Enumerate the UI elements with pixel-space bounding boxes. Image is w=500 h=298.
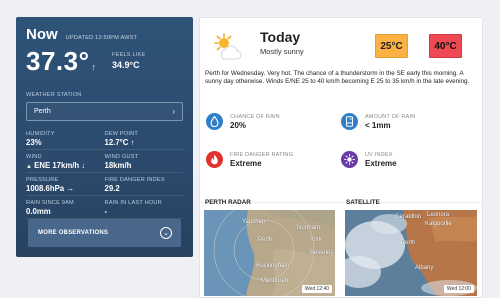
stat-chance-of-rain: CHANCE OF RAIN 20% [206,113,280,130]
obs-label: RAIN SINCE 9AM [26,200,74,206]
stat-label: UV INDEX [365,151,393,158]
stat-label: AMOUNT OF RAIN [365,113,416,120]
map-place-label: Rockingham [256,263,290,269]
obs-value: 23% [26,138,42,147]
temperature-row: 37.3° ↑ FEELS LIKE 34.9°C [26,46,183,76]
obs-humidity: HUMIDITY 23% [26,130,105,150]
obs-label: DEW POINT [104,131,138,137]
radar-timestamp: Wed 12:40 [301,285,332,293]
forecast-description: Perth for Wednesday. Very hot. The chanc… [205,70,470,86]
feels-like-value: 34.9°C [112,60,140,70]
forecast-summary: Mostly sunny [260,47,304,56]
feels-like-label: FEELS LIKE [112,52,146,58]
satellite-map-label: SATELLITE [346,199,380,206]
obs-rain-since-9am: RAIN SINCE 9AM 0.0mm [26,199,105,219]
forecast-card: Today Mostly sunny 25°C 40°C Perth for W… [199,17,483,298]
stat-value: Extreme [230,158,262,168]
map-place-label: Albany [415,265,434,271]
now-title: Now [26,26,58,43]
weather-station-label: WEATHER STATION [26,92,82,98]
map-place-label: Mandurah [261,278,289,284]
current-temperature: 37.3° [26,46,90,76]
min-temperature-badge: 25°C [375,34,408,58]
obs-value: ▲ ENE 17km/h ↓ [26,161,105,170]
map-place-label: Northam [297,225,321,231]
chevron-down-icon: ⌄ [160,227,172,239]
obs-wind-gust: WIND GUST 18km/h [104,153,183,173]
max-temperature-badge: 40°C [429,34,462,58]
stat-fire-danger-rating: FIRE DANGER RATING Extreme [206,151,293,168]
stat-label: CHANCE OF RAIN [230,113,280,120]
flame-icon [206,151,223,168]
map-place-label: York [310,237,322,243]
stat-amount-of-rain: AMOUNT OF RAIN < 1mm [341,113,415,130]
obs-label: WIND [26,154,42,160]
raindrop-icon [206,113,223,130]
partly-sunny-icon [214,33,242,60]
satellite-map-image [345,210,477,296]
obs-label: HUMIDITY [26,131,55,137]
obs-value: 1008.6hPa → [26,184,75,193]
rain-gauge-icon [341,113,358,130]
radar-map[interactable]: Yanchep Perth Northam York Beverley Rock… [204,210,335,296]
obs-value: - [104,207,108,216]
obs-wind: WIND ▲ ENE 17km/h ↓ [26,153,105,173]
obs-pressure: PRESSURE 1008.6hPa → [26,176,105,196]
forecast-day: Today [260,29,301,45]
obs-label: WIND GUST [104,154,139,160]
observations-grid: HUMIDITY 23% DEW POINT 12.7°C ↑ WIND ▲ E… [26,130,183,219]
wind-direction-icon: ▲ [26,164,32,170]
forecast-heading: Today Mostly sunny [260,29,304,56]
feels-like: FEELS LIKE 34.9°C [112,52,145,70]
stat-label: FIRE DANGER RATING [230,151,294,158]
satellite-map[interactable]: Geraldton Perth Albany Leonora Kalgoorli… [345,210,477,296]
weather-station-value: Perth [34,108,51,115]
obs-fire-danger-index: FIRE DANGER INDEX 29.2 [104,176,183,196]
more-observations-label: MORE OBSERVATIONS [38,230,109,236]
stat-value: < 1mm [365,120,391,130]
now-panel: Now UPDATED 12:50PM AWST 37.3° ↑ FEELS L… [16,17,193,257]
obs-value: 18km/h [104,161,132,170]
satellite-timestamp: Wed 12:00 [443,285,474,293]
stat-value: Extreme [365,158,397,168]
temperature-trend-up-icon: ↑ [91,62,97,72]
weather-station-select[interactable]: Perth › [26,102,183,121]
map-place-label: Geraldton [395,214,422,220]
stat-uv-index: UV INDEX Extreme [341,151,397,168]
map-place-label: Beverley [310,250,334,256]
more-observations-button[interactable]: MORE OBSERVATIONS ⌄ [28,219,181,247]
obs-value: 29.2 [104,184,120,193]
obs-label: PRESSURE [26,177,59,183]
now-header: Now UPDATED 12:50PM AWST [26,26,183,43]
map-place-label: Leonora [427,212,450,218]
wind-value: ENE 17km/h ↓ [34,161,86,170]
obs-rain-last-hour: RAIN IN LAST HOUR - [104,199,183,219]
obs-value: 0.0mm [26,207,51,216]
map-place-label: Yanchep [242,219,266,225]
obs-label: FIRE DANGER INDEX [104,177,165,183]
uv-sun-icon [341,151,358,168]
stat-value: 20% [230,120,247,130]
chevron-right-icon: › [172,107,175,116]
map-place-label: Kalgoorlie [425,221,452,227]
obs-label: RAIN IN LAST HOUR [104,200,162,206]
updated-time: UPDATED 12:50PM AWST [65,35,138,41]
radar-map-label: PERTH RADAR [205,199,251,206]
obs-dew-point: DEW POINT 12.7°C ↑ [104,130,183,150]
map-place-label: Perth [258,237,273,243]
map-place-label: Perth [401,240,416,246]
obs-value: 12.7°C ↑ [104,138,135,147]
